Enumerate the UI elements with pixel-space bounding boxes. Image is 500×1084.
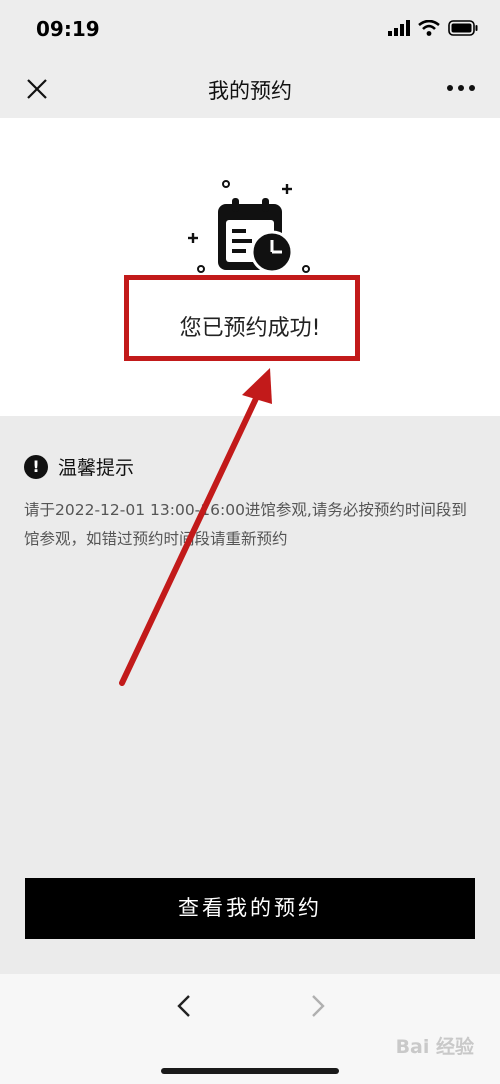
watermark: Bai 经验 — [395, 1036, 474, 1058]
bottom-toolbar: Bai 经验 — [0, 974, 500, 1084]
back-icon — [177, 995, 190, 1017]
home-indicator[interactable] — [161, 1068, 339, 1074]
status-bar: 09:19 — [0, 0, 500, 58]
alert-icon: ! — [24, 454, 48, 479]
back-button[interactable] — [170, 991, 200, 1021]
calendar-clock-icon — [188, 180, 310, 274]
forward-button — [302, 991, 332, 1021]
view-my-reservation-button[interactable]: 查看我的预约 — [25, 878, 475, 939]
forward-icon — [312, 995, 325, 1017]
tips-header: ! 温馨提示 — [24, 453, 134, 480]
status-time: 09:19 — [36, 17, 100, 41]
nav-bar: 我的预约 — [0, 58, 500, 118]
page-title: 我的预约 — [208, 79, 292, 103]
battery-icon — [448, 20, 478, 36]
signal-icon — [388, 20, 410, 36]
success-panel: 您已预约成功! — [0, 118, 500, 416]
success-message: 您已预约成功! — [179, 316, 321, 341]
more-button[interactable] — [444, 76, 478, 100]
status-icons — [388, 20, 478, 36]
tips-title: 温馨提示 — [58, 457, 135, 479]
wifi-icon — [418, 20, 440, 36]
tips-body: 请于2022-12-01 13:00-16:00进馆参观,请务必按预约时间段到馆… — [24, 501, 467, 548]
more-icon — [447, 85, 475, 91]
